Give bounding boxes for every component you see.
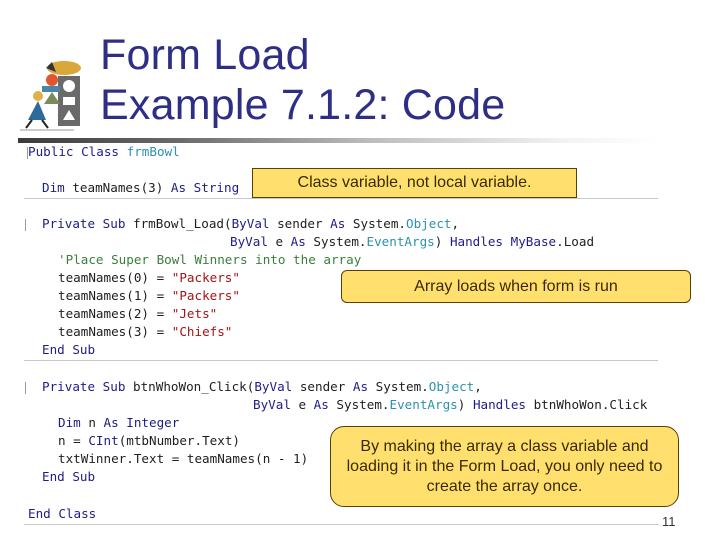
keyword: Dim — [58, 415, 81, 430]
code-line-click-sub-signature: Private Sub btnWhoWon_Click(ByVal sender… — [42, 378, 482, 396]
gutter-marker — [25, 382, 26, 394]
code-text: e — [267, 234, 291, 249]
keyword: String — [193, 180, 240, 195]
keyword: As — [103, 415, 119, 430]
string-literal: "Chiefs" — [171, 324, 233, 339]
keyword: As — [170, 180, 187, 195]
keyword: Private — [42, 379, 96, 394]
keyword: Dim — [42, 180, 65, 195]
callout-class-variable: Class variable, not local variable. — [252, 168, 577, 198]
code-text: teamNames(0) = — [58, 270, 172, 285]
keyword: Class — [81, 144, 120, 159]
code-line-assignment: teamNames(2) = "Jets" — [58, 305, 217, 323]
type-name: EventArgs — [389, 397, 458, 412]
code-line-end-sub: End Sub — [42, 469, 96, 484]
callout-array-loads: Array loads when form is run — [341, 270, 691, 303]
code-separator — [24, 360, 658, 361]
keyword: As — [313, 397, 329, 412]
type-name: Object — [428, 379, 475, 394]
code-text: e — [290, 397, 314, 412]
code-text: (mtbNumber.Text) — [118, 433, 241, 448]
code-text: teamNames(3) — [64, 180, 171, 195]
code-line-assign-n: n = CInt(mtbNumber.Text) — [58, 432, 240, 450]
callout-explanation: By making the array a class variable and… — [330, 426, 679, 507]
code-separator — [24, 198, 658, 199]
keyword: Public — [28, 144, 74, 159]
keyword: ByVal — [253, 397, 291, 412]
string-literal: "Packers" — [171, 270, 240, 285]
string-literal: "Packers" — [171, 288, 240, 303]
code-text: ) — [457, 397, 473, 412]
keyword: CInt — [88, 433, 119, 448]
code-line-click-sub-signature-cont: ByVal e As System.EventArgs) Handles btn… — [253, 396, 647, 414]
keyword: As — [352, 379, 369, 394]
keyword: Private — [42, 216, 96, 231]
code-line-load-sub-signature: Private Sub frmBowl_Load(ByVal sender As… — [42, 215, 459, 233]
code-comment: 'Place Super Bowl Winners into the array — [58, 252, 362, 267]
keyword: ByVal — [231, 216, 270, 231]
gutter-marker — [25, 219, 26, 231]
code-text: System. — [368, 379, 429, 394]
code-text: teamNames(1) = — [58, 288, 172, 303]
class-name: frmBowl — [126, 144, 180, 159]
code-text: ) — [434, 234, 450, 249]
bottom-rule — [24, 524, 658, 525]
keyword: ByVal — [254, 379, 293, 394]
page-number: 11 — [662, 514, 676, 529]
code-text: System. — [328, 397, 390, 412]
code-text: teamNames(3) = — [58, 324, 172, 339]
keyword: Sub — [102, 379, 126, 394]
keyword: ByVal — [230, 234, 268, 249]
keyword: As — [290, 234, 306, 249]
keyword: MyBase — [510, 234, 557, 249]
keyword: Integer — [126, 415, 180, 430]
code-text: btnWhoWon.Click — [526, 397, 648, 412]
code-text: .Load — [556, 234, 595, 249]
keyword: Handles — [472, 397, 527, 412]
code-text: teamNames(2) = — [58, 306, 172, 321]
code-text: frmBowl_Load( — [125, 216, 232, 231]
code-line-assignment: teamNames(3) = "Chiefs" — [58, 323, 232, 341]
keyword: As — [330, 216, 346, 231]
keyword: Handles — [449, 234, 504, 249]
code-text: System. — [345, 216, 407, 231]
code-line-assignment: teamNames(0) = "Packers" — [58, 269, 240, 287]
keyword: Sub — [102, 216, 126, 231]
code-line-assign-winner: txtWinner.Text = teamNames(n - 1) — [58, 451, 309, 466]
code-line-dim-array: Dim teamNames(3) As String — [42, 179, 239, 197]
code-text: n — [80, 415, 104, 430]
code-line-dim-n: Dim n As Integer — [58, 414, 179, 432]
code-text: n = — [58, 433, 89, 448]
type-name: EventArgs — [366, 234, 435, 249]
code-text: System. — [305, 234, 367, 249]
code-text: sender — [269, 216, 331, 231]
code-text: btnWhoWon_Click( — [125, 379, 255, 394]
code-line-load-sub-signature-cont: ByVal e As System.EventArgs) Handles MyB… — [230, 233, 594, 251]
code-line-end-sub: End Sub — [42, 342, 96, 357]
code-line-end-class: End Class — [28, 506, 97, 521]
type-name: Object — [406, 216, 452, 231]
code-line-class-open: Public Class frmBowl — [28, 143, 180, 161]
code-text: sender — [292, 379, 353, 394]
code-text: , — [474, 379, 482, 394]
code-text: , — [451, 216, 460, 231]
code-line-assignment: teamNames(1) = "Packers" — [58, 287, 240, 305]
string-literal: "Jets" — [171, 306, 218, 321]
